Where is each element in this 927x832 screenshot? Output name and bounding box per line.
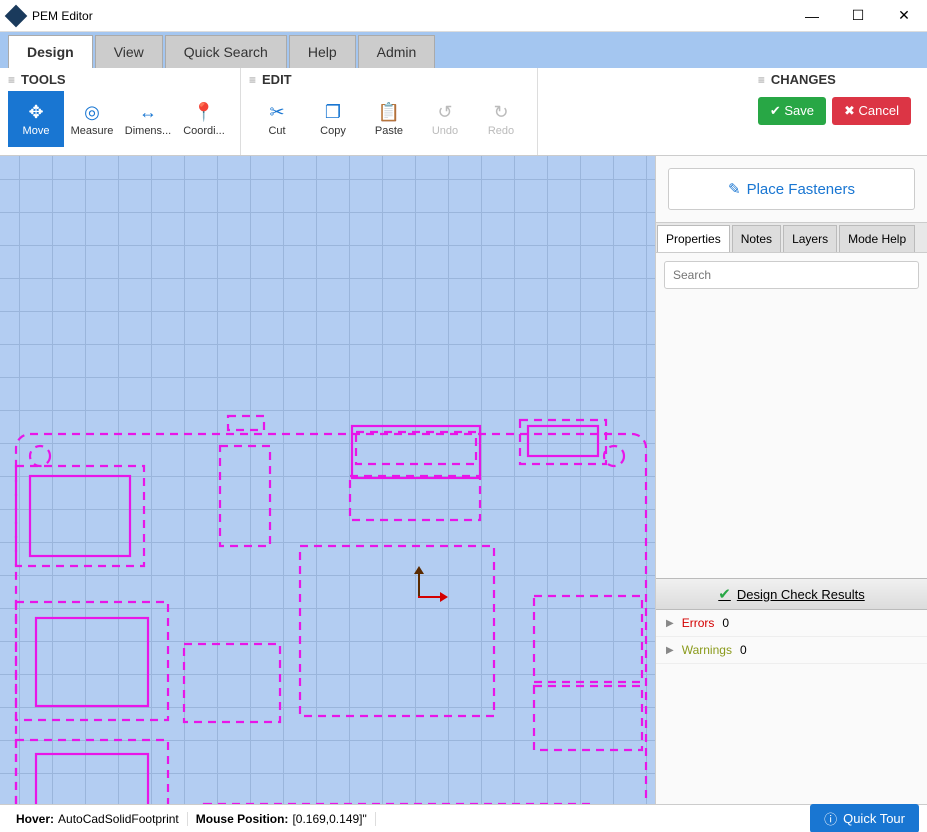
tab-design[interactable]: Design bbox=[8, 35, 93, 68]
design-check-header[interactable]: ✔ Design Check Results bbox=[656, 578, 927, 610]
coordinates-icon: 📍 bbox=[193, 102, 215, 123]
expand-icon: ▶ bbox=[666, 645, 674, 656]
app-icon bbox=[5, 4, 28, 27]
panel-changes-title: CHANGES bbox=[771, 72, 836, 87]
sidebar-spacer bbox=[656, 664, 927, 804]
dimensions-icon: ↔ bbox=[139, 102, 157, 123]
move-icon: ✥ bbox=[28, 102, 43, 123]
properties-body bbox=[656, 297, 927, 578]
status-mouse: Mouse Position: [0.169,0.149]" bbox=[188, 812, 376, 826]
tab-admin[interactable]: Admin bbox=[358, 35, 436, 68]
window-title: PEM Editor bbox=[32, 9, 789, 23]
tool-cut[interactable]: ✂Cut bbox=[249, 91, 305, 147]
tab-help[interactable]: Help bbox=[289, 35, 356, 68]
canvas[interactable] bbox=[0, 156, 655, 804]
quick-tour-button[interactable]: ⓘ Quick Tour bbox=[810, 804, 919, 832]
panel-changes: ≡CHANGES ✔ Save ✖ Cancel bbox=[750, 68, 927, 155]
tool-dimensions[interactable]: ↔Dimens... bbox=[120, 91, 176, 147]
tool-measure[interactable]: ◎Measure bbox=[64, 91, 120, 147]
place-fasteners-button[interactable]: ✎ Place Fasteners bbox=[668, 168, 915, 210]
copy-icon: ❐ bbox=[325, 102, 341, 123]
warnings-row[interactable]: ▶ Warnings 0 bbox=[656, 637, 927, 664]
save-button[interactable]: ✔ Save bbox=[758, 97, 826, 125]
sidetab-mode-help[interactable]: Mode Help bbox=[839, 225, 915, 252]
tool-coordinates[interactable]: 📍Coordi... bbox=[176, 91, 232, 147]
maximize-button[interactable]: ☐ bbox=[835, 0, 881, 32]
sidetab-layers[interactable]: Layers bbox=[783, 225, 837, 252]
panel-edit-title: EDIT bbox=[262, 72, 292, 87]
titlebar: PEM Editor — ☐ ✕ bbox=[0, 0, 927, 32]
paste-icon: 📋 bbox=[378, 102, 400, 123]
measure-icon: ◎ bbox=[84, 102, 100, 123]
info-icon: ⓘ bbox=[824, 809, 837, 828]
tool-redo[interactable]: ↻Redo bbox=[473, 91, 529, 147]
check-icon: ✔ bbox=[770, 103, 781, 118]
side-tabs: Properties Notes Layers Mode Help bbox=[656, 222, 927, 253]
workspace: ✎ Place Fasteners Properties Notes Layer… bbox=[0, 156, 927, 804]
sidetab-notes[interactable]: Notes bbox=[732, 225, 781, 252]
panel-tools-title: TOOLS bbox=[21, 72, 66, 87]
search-input[interactable] bbox=[664, 261, 919, 289]
main-tabs: Design View Quick Search Help Admin bbox=[0, 32, 927, 68]
axis-y-icon bbox=[418, 572, 420, 596]
toolbar: ≡TOOLS ✥Move ◎Measure ↔Dimens... 📍Coordi… bbox=[0, 68, 927, 156]
tool-move[interactable]: ✥Move bbox=[8, 91, 64, 147]
minimize-button[interactable]: — bbox=[789, 0, 835, 32]
tab-quick-search[interactable]: Quick Search bbox=[165, 35, 287, 68]
tool-undo[interactable]: ↺Undo bbox=[417, 91, 473, 147]
panel-tools: ≡TOOLS ✥Move ◎Measure ↔Dimens... 📍Coordi… bbox=[0, 68, 241, 155]
pcb-drawing bbox=[0, 156, 655, 804]
window-buttons: — ☐ ✕ bbox=[789, 0, 927, 32]
expand-icon: ▶ bbox=[666, 618, 674, 629]
axis-x-icon bbox=[418, 596, 442, 598]
close-button[interactable]: ✕ bbox=[881, 0, 927, 32]
tab-view[interactable]: View bbox=[95, 35, 163, 68]
cancel-button[interactable]: ✖ Cancel bbox=[832, 97, 911, 125]
statusbar: Hover: AutoCadSolidFootprint Mouse Posit… bbox=[0, 804, 927, 832]
undo-icon: ↺ bbox=[437, 102, 452, 123]
tool-copy[interactable]: ❐Copy bbox=[305, 91, 361, 147]
wand-icon: ✎ bbox=[728, 180, 741, 198]
redo-icon: ↻ bbox=[493, 102, 508, 123]
cut-icon: ✂ bbox=[269, 102, 284, 123]
x-icon: ✖ bbox=[844, 103, 855, 118]
errors-row[interactable]: ▶ Errors 0 bbox=[656, 610, 927, 637]
right-sidebar: ✎ Place Fasteners Properties Notes Layer… bbox=[655, 156, 927, 804]
status-hover: Hover: AutoCadSolidFootprint bbox=[8, 812, 188, 826]
check-ok-icon: ✔ bbox=[718, 585, 731, 603]
tool-paste[interactable]: 📋Paste bbox=[361, 91, 417, 147]
panel-edit: ≡EDIT ✂Cut ❐Copy 📋Paste ↺Undo ↻Redo bbox=[241, 68, 538, 155]
sidetab-properties[interactable]: Properties bbox=[657, 225, 730, 252]
